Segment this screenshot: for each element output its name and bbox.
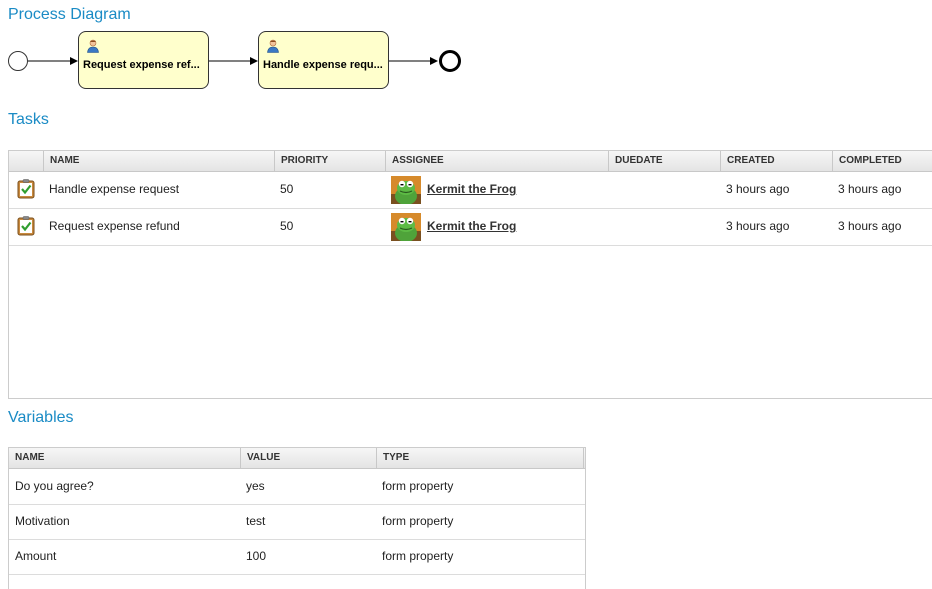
- tasks-table: NAME PRIORITY ASSIGNEE DUEDATE CREATED C…: [8, 150, 932, 399]
- column-header-spacer: [583, 448, 587, 468]
- table-row[interactable]: Handle expense request 50 Kermit the Fro…: [9, 171, 932, 209]
- column-header-assignee[interactable]: ASSIGNEE: [385, 151, 608, 171]
- variable-type: form property: [382, 549, 454, 563]
- user-icon: [267, 39, 279, 53]
- task-completed: 3 hours ago: [838, 219, 902, 233]
- variables-table: NAME VALUE TYPE Do you agree? yes form p…: [8, 447, 586, 589]
- variable-value: test: [246, 514, 266, 528]
- column-header-name[interactable]: NAME: [9, 448, 240, 468]
- task-name: Request expense refund: [49, 219, 180, 233]
- process-diagram: Request expense ref... Handle expense re…: [0, 28, 470, 98]
- column-header-priority[interactable]: PRIORITY: [274, 151, 385, 171]
- sequence-flows: [28, 57, 438, 65]
- end-event[interactable]: [439, 50, 461, 72]
- task-name: Handle expense request: [49, 182, 180, 196]
- task-clipboard-icon: [17, 179, 35, 199]
- variables-table-header: NAME VALUE TYPE: [9, 448, 585, 469]
- variable-value: yes: [246, 479, 265, 493]
- variables-title: Variables: [8, 409, 74, 426]
- task-priority: 50: [280, 219, 294, 233]
- table-row[interactable]: Request expense refund 50 Kermit the Fro…: [9, 208, 932, 246]
- column-header-completed[interactable]: COMPLETED: [832, 151, 932, 171]
- task-completed: 3 hours ago: [838, 182, 902, 196]
- task-node-label: Handle expense requ...: [263, 59, 383, 71]
- process-diagram-title: Process Diagram: [8, 6, 131, 23]
- assignee-link[interactable]: Kermit the Frog: [427, 171, 516, 208]
- variable-name: Amount: [15, 549, 57, 563]
- column-header-type[interactable]: TYPE: [376, 448, 583, 468]
- column-header-duedate[interactable]: DUEDATE: [608, 151, 720, 171]
- variable-type: form property: [382, 514, 454, 528]
- user-task-handle-expense-request[interactable]: Handle expense requ...: [258, 31, 389, 89]
- task-priority: 50: [280, 182, 294, 196]
- column-header-created[interactable]: CREATED: [720, 151, 832, 171]
- variable-type: form property: [382, 479, 454, 493]
- task-assignee: Kermit the Frog: [385, 208, 608, 245]
- column-header-name[interactable]: NAME: [43, 151, 274, 171]
- task-clipboard-icon: [17, 216, 35, 236]
- variable-name: Motivation: [15, 514, 70, 528]
- task-assignee: Kermit the Frog: [385, 171, 608, 208]
- kermit-avatar: [391, 213, 421, 241]
- kermit-avatar: [391, 176, 421, 204]
- tasks-table-header: NAME PRIORITY ASSIGNEE DUEDATE CREATED C…: [9, 151, 932, 172]
- tasks-title: Tasks: [8, 111, 49, 128]
- task-duedate: [608, 171, 720, 208]
- column-header-icon[interactable]: [9, 151, 43, 171]
- table-row[interactable]: Motivation test form property: [9, 504, 585, 540]
- table-row[interactable]: Do you agree? yes form property: [9, 469, 585, 505]
- user-task-request-expense-refund[interactable]: Request expense ref...: [78, 31, 209, 89]
- assignee-link[interactable]: Kermit the Frog: [427, 208, 516, 245]
- task-duedate: [608, 208, 720, 245]
- user-icon: [87, 39, 99, 53]
- variable-name: Do you agree?: [15, 479, 94, 493]
- start-event[interactable]: [8, 51, 28, 71]
- variable-value: 100: [246, 549, 267, 563]
- task-created: 3 hours ago: [726, 219, 790, 233]
- column-header-value[interactable]: VALUE: [240, 448, 376, 468]
- task-node-label: Request expense ref...: [83, 59, 200, 71]
- table-row[interactable]: Amount 100 form property: [9, 539, 585, 575]
- task-created: 3 hours ago: [726, 182, 790, 196]
